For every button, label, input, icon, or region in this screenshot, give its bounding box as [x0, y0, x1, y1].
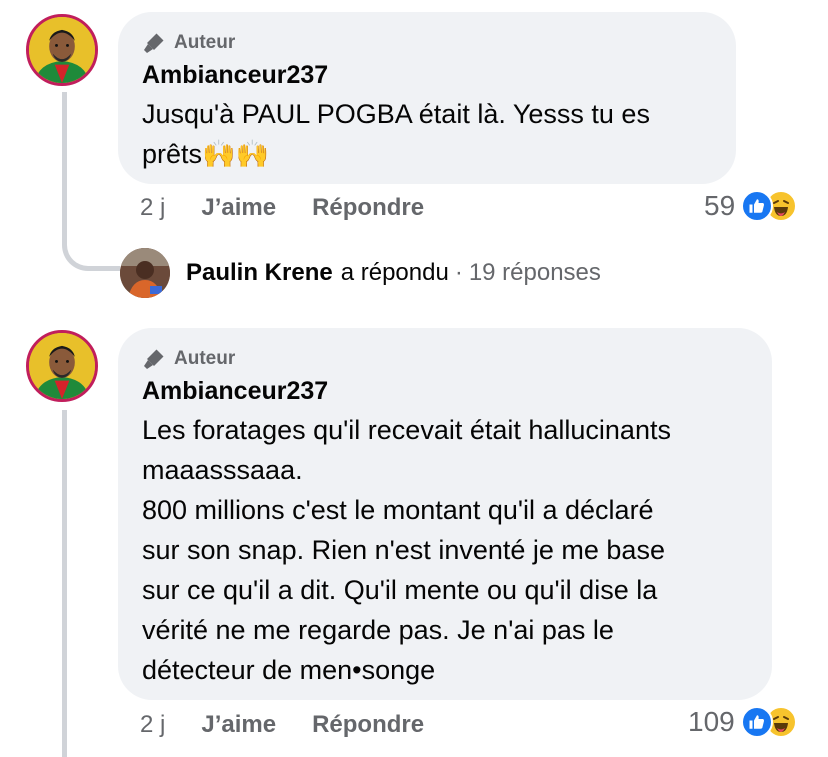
replier-avatar[interactable]: [120, 248, 170, 298]
author-badge-label: Auteur: [174, 32, 236, 53]
reply-button[interactable]: Répondre: [312, 194, 424, 222]
comment-text: Les foratages qu'il recevait était hallu…: [142, 410, 746, 690]
author-badge: Auteur: [142, 346, 746, 372]
microphone-icon: [144, 33, 164, 53]
thread-line-2: [62, 410, 67, 757]
comment-bubble: Auteur Ambianceur237 Les foratages qu'il…: [118, 328, 772, 700]
reaction-count: 59: [704, 190, 736, 221]
comment-text: Jusqu'à PAUL POGBA était là. Yesss tu es…: [142, 94, 710, 174]
author-badge: Auteur: [142, 30, 710, 56]
reply-count[interactable]: 19 réponses: [469, 259, 601, 287]
avatar-image: [29, 333, 95, 399]
like-icon: [741, 190, 774, 222]
like-button[interactable]: J’aime: [201, 711, 276, 739]
comment-text-line: maaasssaaa.: [142, 455, 303, 485]
like-icon: [740, 706, 773, 738]
reply-button[interactable]: Répondre: [312, 711, 424, 739]
avatar[interactable]: [26, 14, 98, 86]
comment-bubble: Auteur Ambianceur237 Jusqu'à PAUL POGBA …: [118, 12, 736, 184]
reaction-summary[interactable]: 109: [688, 706, 797, 738]
comment-timestamp[interactable]: 2 j: [140, 711, 165, 739]
avatar[interactable]: [26, 330, 98, 402]
replies-summary[interactable]: Paulin Krene a répondu · 19 réponses: [120, 248, 601, 298]
comment-actions: 2 j J’aime Répondre: [140, 711, 460, 739]
comment-text-line: vérité ne me regarde pas. Je n'ai pas le: [142, 615, 614, 645]
replier-name[interactable]: Paulin Krene: [186, 259, 333, 287]
thread-elbow: [62, 215, 120, 271]
comment-username[interactable]: Ambianceur237: [142, 60, 710, 90]
reaction-summary[interactable]: 59: [704, 190, 798, 222]
reaction-count: 109: [688, 706, 735, 737]
replier-avatar-image: [120, 248, 170, 298]
comment-text-line: prêts🙌🙌: [142, 139, 270, 169]
separator-dot: ·: [454, 259, 463, 286]
like-button[interactable]: J’aime: [201, 194, 276, 222]
comment-username[interactable]: Ambianceur237: [142, 376, 746, 406]
comment-text-line: détecteur de men•songe: [142, 655, 436, 685]
comment-timestamp[interactable]: 2 j: [140, 194, 165, 222]
replied-text: a répondu: [340, 259, 449, 286]
comment-text-line: Les foratages qu'il recevait était hallu…: [142, 415, 671, 445]
comment-actions: 2 j J’aime Répondre: [140, 194, 460, 222]
comment-text-line: 800 millions c'est le montant qu'il a dé…: [142, 495, 654, 525]
avatar-image: [29, 17, 95, 83]
thread-line-1: [62, 92, 67, 222]
author-badge-label: Auteur: [174, 348, 236, 369]
microphone-icon: [144, 349, 164, 369]
comment-text-line: sur ce qu'il a dit. Qu'il mente ou qu'il…: [142, 575, 658, 605]
comment-text-line: sur son snap. Rien n'est inventé je me b…: [142, 535, 665, 565]
comment-text-line: Jusqu'à PAUL POGBA était là. Yesss tu es: [142, 99, 650, 129]
